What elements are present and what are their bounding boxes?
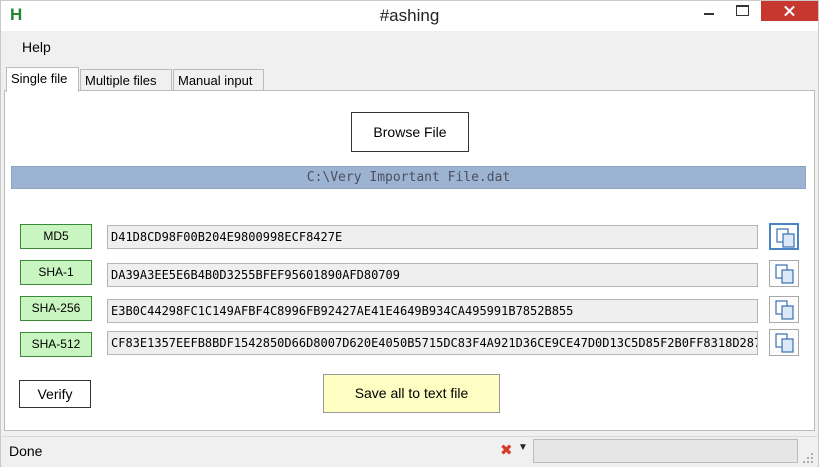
close-button[interactable] xyxy=(761,1,818,21)
resize-grip-icon[interactable] xyxy=(802,452,814,464)
hash-field-sha1[interactable]: DA39A3EE5E6B4B0D3255BFEF95601890AFD80709 xyxy=(107,263,758,287)
progress-bar xyxy=(533,439,798,463)
hash-field-sha512[interactable]: CF83E1357EEFB8BDF1542850D66D8007D620E405… xyxy=(107,331,758,355)
menu-bar: Help xyxy=(2,33,817,59)
minimize-button[interactable] xyxy=(694,1,724,21)
tab-multiple-files[interactable]: Multiple files xyxy=(80,69,172,90)
hash-label-sha1: SHA-1 xyxy=(20,260,92,285)
menu-item-help[interactable]: Help xyxy=(22,39,51,55)
copy-icon xyxy=(775,264,794,284)
copy-md5-button[interactable] xyxy=(769,223,799,250)
copy-icon xyxy=(775,333,794,353)
tab-manual-input[interactable]: Manual input xyxy=(173,69,264,90)
maximize-button[interactable] xyxy=(726,1,758,21)
verify-button[interactable]: Verify xyxy=(19,380,91,408)
file-path-display: C:\Very Important File.dat xyxy=(11,166,806,189)
copy-sha256-button[interactable] xyxy=(769,296,799,323)
copy-sha1-button[interactable] xyxy=(769,260,799,287)
title-bar[interactable]: H #ashing xyxy=(1,1,818,31)
hash-label-sha256: SHA-256 xyxy=(20,296,92,321)
save-all-button[interactable]: Save all to text file xyxy=(323,374,500,413)
tab-single-file[interactable]: Single file xyxy=(6,67,79,92)
browse-file-button[interactable]: Browse File xyxy=(351,112,469,152)
copy-sha512-button[interactable] xyxy=(769,329,799,356)
status-bar: Done ✖ ▼ xyxy=(2,436,817,467)
hash-field-sha256[interactable]: E3B0C44298FC1C149AFBF4C8996FB92427AE41E4… xyxy=(107,299,758,323)
copy-icon xyxy=(776,228,795,248)
hash-label-md5: MD5 xyxy=(20,224,92,249)
status-text: Done xyxy=(9,443,43,459)
hash-field-md5[interactable]: D41D8CD98F00B204E9800998ECF8427E xyxy=(107,225,758,249)
app-window: H #ashing Help Single file Multiple file… xyxy=(0,0,819,467)
chevron-down-icon[interactable]: ▼ xyxy=(518,442,528,453)
copy-icon xyxy=(775,300,794,320)
hash-label-sha512: SHA-512 xyxy=(20,332,92,357)
cancel-icon[interactable]: ✖ xyxy=(500,441,513,459)
